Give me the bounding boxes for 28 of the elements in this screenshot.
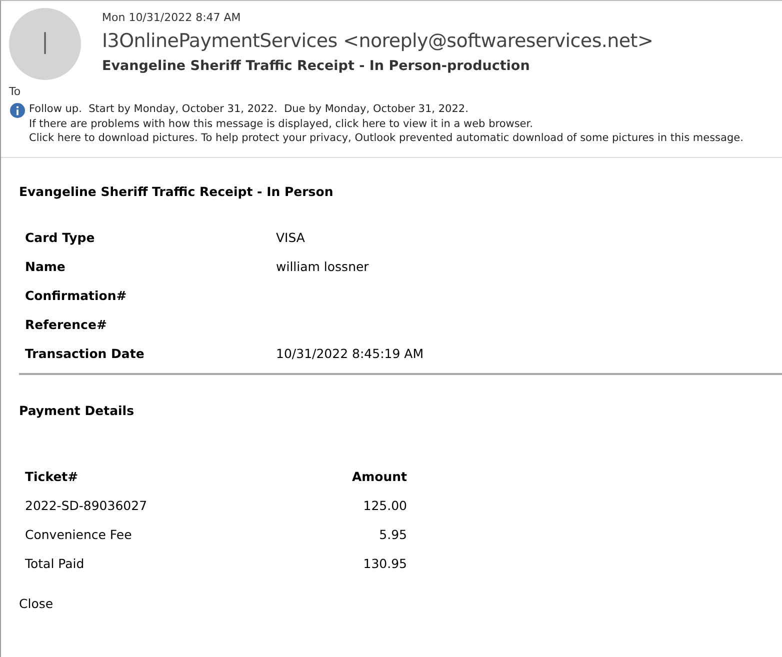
field-value: 10/31/2022 8:45:19 AM <box>275 344 424 362</box>
field-label: Confirmation# <box>24 286 128 304</box>
table-cell-text: 2022-SD-89036027 <box>24 496 148 514</box>
field-value: william lossner <box>275 258 370 276</box>
field-label: Card Type <box>24 228 96 247</box>
field-label: Reference# <box>24 316 108 334</box>
column-header: Ticket# <box>24 468 80 486</box>
close-link[interactable]: Close <box>19 596 54 610</box>
section-title: Payment Details <box>19 402 136 418</box>
field-label: Name <box>24 258 66 276</box>
to-label: To <box>8 85 22 98</box>
column-header: Amount <box>350 468 408 486</box>
info-icon <box>10 103 25 118</box>
field-value: VISA <box>275 228 306 246</box>
sent-date: Mon 10/31/2022 8:47 AM <box>102 11 242 24</box>
sender: I3OnlinePaymentServices <noreply@softwareservices.net> <box>102 30 654 52</box>
info-message: If there are problems with how this message is displayed, click here to view it in a web browser. <box>29 116 534 131</box>
table-cell-text: Total Paid <box>24 554 86 572</box>
table-cell-text: 130.95 <box>362 554 408 572</box>
email-subject: Evangeline Sheriff Traffic Receipt - In Person-production <box>102 58 531 74</box>
table-cell-text: 125.00 <box>362 496 408 514</box>
receipt-title: Evangeline Sheriff Traffic Receipt - In Person <box>19 184 334 198</box>
avatar: I <box>9 8 81 80</box>
info-message: Follow up. Start by Monday, October 31, 2022. Due by Monday, October 31, 2022. <box>29 102 470 116</box>
table-cell-text: 5.95 <box>378 526 408 544</box>
field-label: Transaction Date <box>24 344 146 362</box>
table-cell-text: Convenience Fee <box>24 526 133 544</box>
info-message: Click here to download pictures. To help protect your privacy, Outlook prevented automatic download of some pictures in this message. <box>29 131 744 146</box>
